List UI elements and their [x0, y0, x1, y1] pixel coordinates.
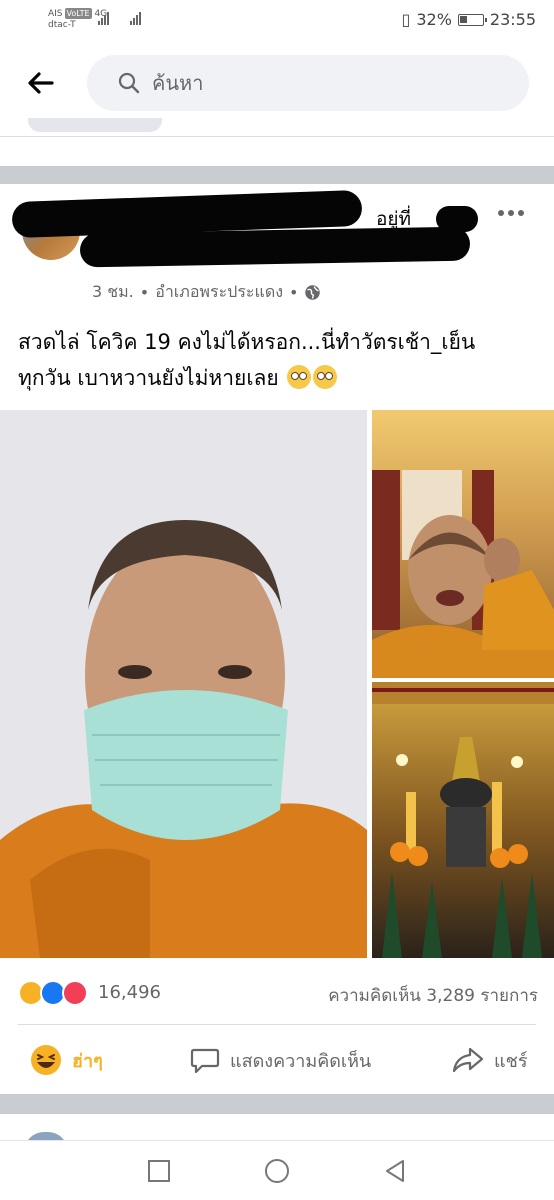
home-icon[interactable] — [263, 1157, 291, 1185]
comment-count[interactable]: ความคิดเห็น 3,289 รายการ — [328, 982, 538, 1009]
feed-separator — [0, 166, 554, 184]
haha-label: ฮ่าๆ — [72, 1050, 103, 1072]
reaction-count[interactable]: 16,496 — [98, 982, 161, 1003]
comment-label: แสดงความคิดเห็น — [230, 1050, 372, 1072]
search-input[interactable] — [152, 67, 512, 99]
search-icon — [118, 72, 140, 94]
system-nav-bar — [0, 1140, 554, 1200]
comment-icon — [190, 1048, 220, 1074]
header-divider — [0, 136, 554, 137]
search-box[interactable] — [87, 55, 529, 111]
post-photo-main[interactable] — [0, 410, 367, 958]
search-header — [0, 42, 554, 128]
post-photo-2[interactable] — [372, 410, 554, 678]
monk-selfie-image — [0, 410, 367, 958]
back-nav-icon[interactable] — [381, 1157, 409, 1185]
redaction-mark — [79, 226, 471, 268]
post-meta: 3 ชม. • อำเภอพระประแดง • — [92, 280, 321, 305]
status-bar: AIS VoLTE 4G dtac-T ▯ 32% 23:55 — [0, 0, 554, 42]
feed-separator — [0, 1094, 554, 1114]
eye-roll-emoji-icon — [287, 365, 312, 389]
meta-separator: • — [139, 283, 150, 302]
caption-line-2: ทุกวัน เบาหวานยังไม่หายเลย — [18, 360, 538, 396]
caption-line: ทุกวัน เบาหวานยังไม่หายเลย — [18, 366, 279, 390]
clock: 23:55 — [489, 10, 536, 29]
post-location[interactable]: อำเภอพระประแดง — [155, 280, 283, 305]
meta-separator: • — [289, 283, 299, 302]
carrier1: AIS — [48, 9, 63, 19]
battery-percent: 32% — [416, 10, 452, 29]
post-photo-3[interactable] — [372, 682, 554, 958]
post-caption: สวดไล่ โควิค 19 คงไม่ได้หรอก...นี่ทำวัตร… — [18, 324, 538, 396]
recent-apps-icon[interactable] — [145, 1157, 173, 1185]
haha-icon — [31, 1045, 61, 1075]
haha-button[interactable]: ฮ่าๆ — [30, 1040, 103, 1080]
buddha-altar-image — [372, 682, 554, 958]
share-button[interactable]: แชร์ — [452, 1040, 528, 1080]
reaction-icons — [18, 980, 94, 1006]
back-arrow-icon[interactable] — [26, 70, 56, 96]
monk-temple-image — [372, 470, 554, 678]
eye-roll-emoji-icon — [313, 365, 338, 389]
signal1-icon — [98, 12, 109, 25]
more-icon[interactable] — [498, 210, 528, 220]
actions-divider — [18, 1024, 536, 1025]
comment-button[interactable]: แสดงความคิดเห็น — [190, 1040, 371, 1080]
post-actions: ฮ่าๆ แสดงความคิดเห็น แชร์ — [0, 1032, 554, 1088]
vibrate-icon: ▯ — [401, 10, 411, 29]
signal2-icon — [130, 12, 141, 25]
battery-icon — [457, 13, 487, 26]
volte-badge: VoLTE — [64, 8, 92, 19]
love-icon — [62, 980, 88, 1006]
share-icon — [452, 1047, 484, 1073]
caption-line: สวดไล่ โควิค 19 คงไม่ได้หรอก...นี่ทำวัตร… — [18, 330, 476, 354]
post-time: 3 ชม. — [92, 282, 134, 301]
globe-icon — [305, 285, 321, 300]
status-right: ▯ 32% 23:55 — [402, 10, 536, 29]
share-label: แชร์ — [494, 1050, 528, 1072]
previous-chip — [28, 118, 162, 132]
reaction-summary[interactable]: 16,496 ความคิดเห็น 3,289 รายการ — [18, 976, 538, 1010]
